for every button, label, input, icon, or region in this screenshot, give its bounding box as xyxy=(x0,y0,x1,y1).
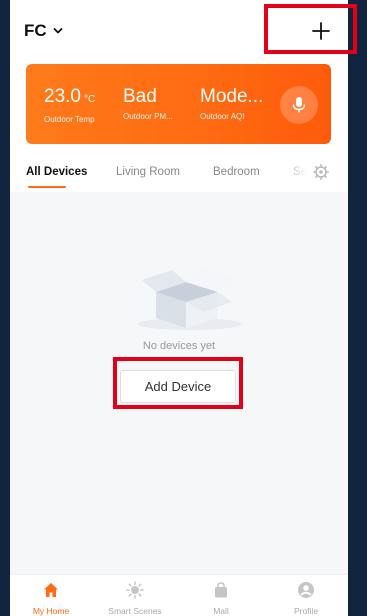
temp-value: 23.0 xyxy=(44,86,81,107)
pm-label: Outdoor PM... xyxy=(123,112,173,121)
outdoor-aqi: Mode... Outdoor AQI xyxy=(200,86,263,121)
outdoor-pm: Bad Outdoor PM... xyxy=(123,86,173,121)
voice-button[interactable] xyxy=(280,86,318,124)
tabs-fade xyxy=(280,158,310,188)
home-icon xyxy=(44,583,58,597)
shopping-bag-icon xyxy=(215,582,227,598)
nav-mall[interactable]: Mall xyxy=(186,581,256,616)
nav-label-my-home: My Home xyxy=(32,606,70,616)
profile-icon xyxy=(298,582,314,598)
weather-card[interactable]: 23.0 °C Outdoor Temp Bad Outdoor PM... Mo… xyxy=(26,64,331,144)
temp-unit: °C xyxy=(83,94,96,105)
sun-icon xyxy=(126,581,144,599)
temp-label: Outdoor Temp xyxy=(44,115,95,124)
tab-living-room[interactable]: Living Room xyxy=(116,166,180,178)
device-list-area: No devices yet Add Device xyxy=(10,192,348,574)
add-device-button[interactable]: Add Device xyxy=(120,370,236,403)
nav-label-mall: Mall xyxy=(213,606,229,616)
home-selector[interactable]: FC xyxy=(24,20,63,42)
top-bar: FC xyxy=(10,0,348,60)
aqi-label: Outdoor AQI xyxy=(200,112,245,121)
active-tab-underline xyxy=(28,186,66,188)
empty-state-text: No devices yet xyxy=(142,340,216,352)
chevron-down-icon xyxy=(53,28,63,34)
outdoor-temp: 23.0 °C Outdoor Temp xyxy=(44,86,95,124)
gear-icon[interactable] xyxy=(313,164,329,180)
nav-smart-scenes[interactable]: Smart Scenes xyxy=(100,581,170,616)
aqi-value: Mode... xyxy=(200,86,264,107)
nav-profile[interactable]: Profile xyxy=(271,581,341,616)
bottom-nav: My Home Smart Scenes Mall Profile xyxy=(10,574,348,616)
empty-box-icon xyxy=(138,268,242,330)
microphone-icon xyxy=(292,97,306,113)
tab-bedroom[interactable]: Bedroom xyxy=(213,166,260,178)
phone-screen: FC 23.0 °C Outdoor Temp Bad Outdoor PM...… xyxy=(10,0,348,616)
add-button[interactable] xyxy=(306,18,336,44)
nav-my-home[interactable]: My Home xyxy=(16,581,86,616)
pm-value: Bad xyxy=(123,86,157,107)
room-tabs: All Devices Living Room Bedroom Se xyxy=(10,158,348,192)
nav-label-smart-scenes: Smart Scenes xyxy=(108,606,162,616)
tab-all-devices[interactable]: All Devices xyxy=(26,166,87,178)
plus-icon xyxy=(312,22,330,40)
nav-label-profile: Profile xyxy=(293,606,319,616)
home-name: FC xyxy=(24,21,47,40)
